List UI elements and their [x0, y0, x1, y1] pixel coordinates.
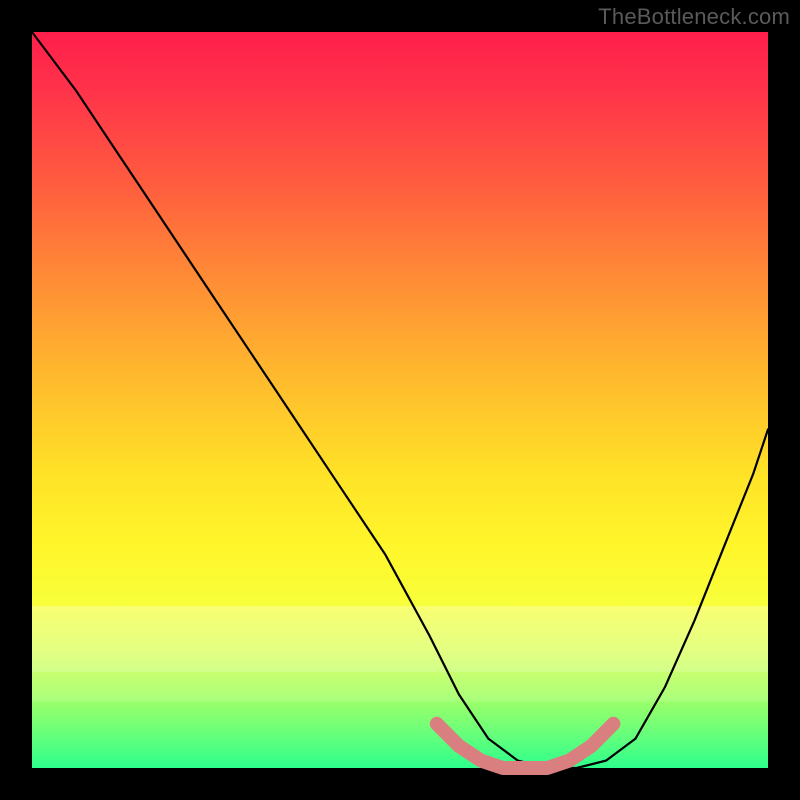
bottleneck-curve-path [32, 32, 768, 768]
chart-frame: TheBottleneck.com [0, 0, 800, 800]
bottom-highlight-path [437, 724, 614, 768]
watermark-text: TheBottleneck.com [598, 4, 790, 30]
plot-area [32, 32, 768, 768]
chart-svg [32, 32, 768, 768]
